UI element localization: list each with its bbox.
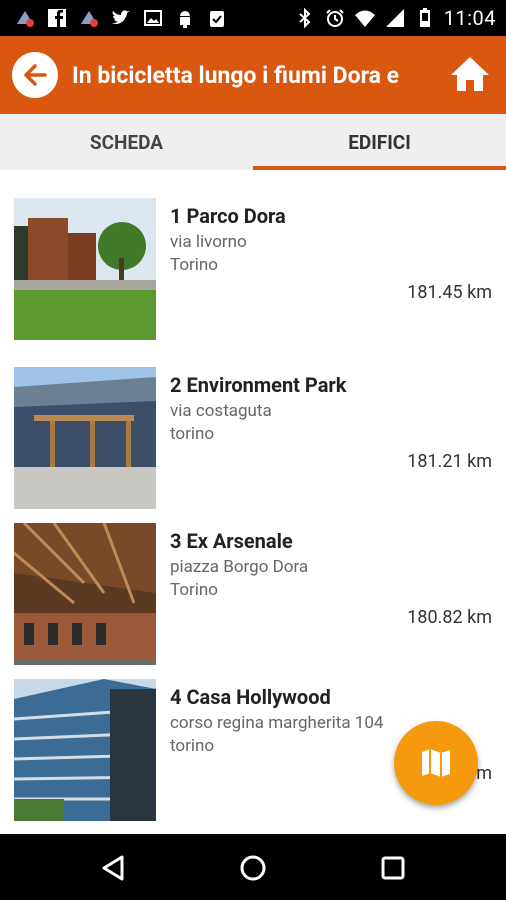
nav-back-button[interactable] bbox=[93, 848, 133, 888]
building-address: corso regina margherita 104 bbox=[170, 713, 384, 733]
home-button[interactable] bbox=[448, 52, 492, 96]
building-city: torino bbox=[170, 736, 215, 756]
image-icon bbox=[142, 7, 164, 29]
tab-scheda[interactable]: SCHEDA bbox=[0, 114, 253, 170]
notification-icon bbox=[78, 7, 100, 29]
navigation-bar bbox=[0, 834, 506, 900]
bluetooth-icon bbox=[294, 7, 316, 29]
circle-home-icon bbox=[240, 855, 266, 881]
list-item[interactable]: 2 Environment Park via costaguta torino … bbox=[0, 367, 506, 523]
square-recents-icon bbox=[381, 856, 405, 880]
battery-icon bbox=[414, 7, 436, 29]
signal-icon bbox=[384, 7, 406, 29]
wifi-icon bbox=[354, 7, 376, 29]
building-address: piazza Borgo Dora bbox=[170, 557, 309, 577]
building-city: Torino bbox=[170, 580, 218, 600]
triangle-back-icon bbox=[102, 855, 124, 881]
building-distance: m bbox=[476, 763, 492, 784]
building-photo bbox=[14, 523, 156, 665]
tab-bar: SCHEDA EDIFICI bbox=[0, 114, 506, 170]
list-item[interactable]: 1 Parco Dora via livorno Torino 181.45 k… bbox=[0, 198, 506, 354]
nav-home-button[interactable] bbox=[233, 848, 273, 888]
building-name: 4 Casa Hollywood bbox=[170, 685, 331, 709]
building-distance: 181.45 km bbox=[407, 282, 492, 303]
back-button[interactable] bbox=[12, 52, 58, 98]
nav-recents-button[interactable] bbox=[373, 848, 413, 888]
building-address: via livorno bbox=[170, 232, 247, 252]
facebook-icon bbox=[46, 7, 68, 29]
status-bar: 11:04 bbox=[0, 0, 506, 36]
building-name: 3 Ex Arsenale bbox=[170, 529, 293, 553]
map-icon bbox=[422, 749, 450, 777]
clipboard-icon bbox=[206, 7, 228, 29]
building-address: via costaguta bbox=[170, 401, 272, 421]
tab-edifici[interactable]: EDIFICI bbox=[253, 114, 506, 170]
status-bar-system: 11:04 bbox=[294, 6, 496, 30]
building-name: 2 Environment Park bbox=[170, 373, 347, 397]
app-bar: In bicicletta lungo i fiumi Dora e bbox=[0, 36, 506, 114]
status-time: 11:04 bbox=[443, 6, 496, 30]
building-city: torino bbox=[170, 424, 215, 444]
map-fab-button[interactable] bbox=[394, 721, 478, 805]
building-distance: 181.21 km bbox=[407, 451, 492, 472]
building-name: 1 Parco Dora bbox=[170, 204, 286, 228]
list-item[interactable]: 3 Ex Arsenale piazza Borgo Dora Torino 1… bbox=[0, 523, 506, 679]
building-city: Torino bbox=[170, 255, 218, 275]
building-distance: 180.82 km bbox=[407, 607, 492, 628]
building-photo bbox=[14, 198, 156, 340]
home-icon bbox=[451, 57, 489, 91]
arrow-left-icon bbox=[24, 64, 47, 86]
alarm-icon bbox=[324, 7, 346, 29]
building-photo bbox=[14, 367, 156, 509]
building-photo bbox=[14, 679, 156, 821]
twitter-icon bbox=[110, 7, 132, 29]
android-icon bbox=[174, 7, 196, 29]
notification-icon bbox=[14, 7, 36, 29]
status-bar-notifications bbox=[14, 7, 228, 29]
page-title: In bicicletta lungo i fiumi Dora e bbox=[72, 62, 400, 89]
